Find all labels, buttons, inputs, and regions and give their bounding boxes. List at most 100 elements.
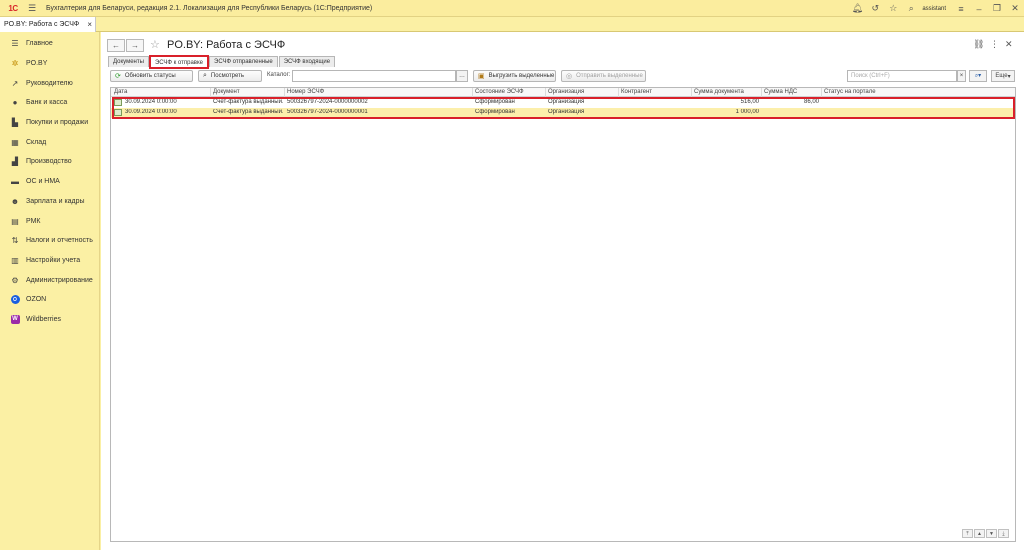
send-selected-button[interactable]: ◎ Отправить выделенные bbox=[561, 70, 646, 82]
sidebar-item-label: Главное bbox=[26, 40, 53, 48]
column-header-contractor[interactable]: Контрагент bbox=[621, 89, 652, 95]
document-icon bbox=[114, 99, 122, 106]
cell-sum: 516,00 bbox=[740, 99, 759, 105]
table-row[interactable]: 30.09.2024 0:00:00 Счет-фактура выданный… bbox=[111, 108, 1015, 118]
table-row[interactable]: 30.09.2024 0:00:00 Счет-фактура выданный… bbox=[111, 98, 1015, 108]
menu-icon: ☰ bbox=[11, 39, 19, 49]
cell-date: 30.09.2024 0:00:00 bbox=[125, 99, 177, 105]
close-form-icon[interactable]: ✕ bbox=[1005, 39, 1013, 50]
scroll-top-button[interactable]: ⤒ bbox=[962, 529, 973, 538]
sidebar-item-manager[interactable]: ↗ Руководителю bbox=[0, 73, 99, 93]
export-icon: ▣ bbox=[478, 73, 485, 80]
tab-sent[interactable]: ЭСЧФ отправленные bbox=[209, 56, 278, 67]
more-button[interactable]: Еще ▾ bbox=[991, 70, 1015, 82]
column-header-date[interactable]: Дата bbox=[114, 89, 127, 95]
scroll-up-button[interactable]: ▲ bbox=[974, 529, 985, 538]
refresh-icon: ⟳ bbox=[115, 73, 121, 80]
cell-number: 500326797-2024-0000000002 bbox=[287, 99, 368, 105]
export-selected-label: Выгрузить выделенные bbox=[488, 73, 555, 79]
settings-menu-icon[interactable]: ≡ bbox=[952, 0, 970, 17]
sidebar-item-label: Зарплата и кадры bbox=[26, 197, 85, 205]
sidebar-item-purchases[interactable]: ▙ Покупки и продажи bbox=[0, 113, 99, 133]
cell-state: Сформирован bbox=[475, 99, 515, 105]
sidebar-item-label: Покупки и продажи bbox=[26, 119, 89, 127]
cell-document: Счет-фактура выданный... bbox=[213, 99, 283, 105]
table-pager: ⤒ ▲ ▼ ⤓ bbox=[961, 529, 1009, 538]
link-icon[interactable]: ⛓ bbox=[973, 39, 984, 50]
open-tabs-bar: PO.BY: Работа с ЭСЧФ × bbox=[0, 17, 1024, 32]
sidebar-item-label: Администрирование bbox=[26, 276, 93, 284]
sidebar-item-main[interactable]: ☰ Главное bbox=[0, 34, 99, 54]
form-tabs: Документы ЭСЧФ к отправке ЭСЧФ отправлен… bbox=[108, 55, 336, 69]
search-options-button[interactable]: ⌕▾ bbox=[969, 70, 987, 82]
export-selected-button[interactable]: ▣ Выгрузить выделенные bbox=[473, 70, 556, 82]
cart-icon: ▙ bbox=[11, 118, 19, 128]
sidebar-item-rmk[interactable]: ▤ РМК bbox=[0, 211, 99, 231]
view-button[interactable]: ⌕ Посмотреть bbox=[198, 70, 262, 82]
back-button[interactable]: ← bbox=[107, 39, 125, 52]
minimize-icon[interactable]: – bbox=[970, 0, 988, 17]
scroll-bottom-button[interactable]: ⤓ bbox=[998, 529, 1009, 538]
register-icon: ▤ bbox=[11, 216, 19, 226]
sidebar-item-label: Налоги и отчетность bbox=[26, 237, 93, 245]
scroll-down-button[interactable]: ▼ bbox=[986, 529, 997, 538]
bell-icon[interactable]: 🔔︎ bbox=[848, 0, 866, 17]
tab-documents[interactable]: Документы bbox=[108, 56, 149, 67]
restore-icon[interactable]: ❐ bbox=[988, 0, 1006, 17]
forward-button[interactable]: → bbox=[126, 39, 144, 52]
catalog-input[interactable] bbox=[292, 70, 456, 82]
star-icon[interactable]: ☆ bbox=[884, 0, 902, 17]
clear-search-icon[interactable]: × bbox=[957, 70, 966, 82]
sidebar-item-assets[interactable]: ▬ ОС и НМА bbox=[0, 172, 99, 192]
sidebar-item-settings[interactable]: ▥ Настройки учета bbox=[0, 251, 99, 271]
column-separator bbox=[210, 88, 211, 97]
trend-icon: ↗ bbox=[11, 78, 19, 88]
more-vertical-icon[interactable]: ⋮ bbox=[990, 39, 999, 50]
book-icon: ▥ bbox=[11, 255, 19, 265]
column-separator bbox=[545, 88, 546, 97]
table-header: Дата Документ Номер ЭСЧФ Состояние ЭСЧФ … bbox=[111, 88, 1015, 97]
cell-number: 500326797-2024-0000000001 bbox=[287, 109, 368, 115]
factory-icon: ▟ bbox=[11, 157, 19, 167]
sidebar-item-salary[interactable]: ☻ Зарплата и кадры bbox=[0, 192, 99, 212]
column-separator bbox=[691, 88, 692, 97]
arrow-right-icon: → bbox=[131, 41, 139, 50]
page-title: PO.BY: Работа с ЭСЧФ bbox=[167, 39, 286, 51]
open-tab-poby[interactable]: PO.BY: Работа с ЭСЧФ × bbox=[0, 17, 96, 32]
sidebar-item-ozon[interactable]: O OZON bbox=[0, 290, 99, 310]
column-header-state[interactable]: Состояние ЭСЧФ bbox=[475, 89, 524, 95]
close-tab-icon[interactable]: × bbox=[87, 20, 92, 29]
sidebar-item-wildberries[interactable]: W Wildberries bbox=[0, 310, 99, 330]
refresh-statuses-button[interactable]: ⟳ Обновить статусы bbox=[110, 70, 193, 82]
favorite-star-icon[interactable]: ☆ bbox=[150, 38, 160, 51]
column-header-vat[interactable]: Сумма НДС bbox=[764, 89, 797, 95]
tab-incoming[interactable]: ЭСЧФ входящие bbox=[278, 56, 336, 67]
sidebar-item-label: Настройки учета bbox=[26, 256, 81, 264]
sidebar-item-taxes[interactable]: ⇅ Налоги и отчетность bbox=[0, 231, 99, 251]
sidebar-item-label: РМК bbox=[26, 217, 41, 225]
cell-document: Счет-фактура выданный... bbox=[213, 109, 283, 115]
sidebar-item-warehouse[interactable]: ▦ Склад bbox=[0, 132, 99, 152]
sidebar-item-admin[interactable]: ⚙ Администрирование bbox=[0, 270, 99, 290]
sidebar-item-label: Руководителю bbox=[26, 79, 73, 87]
main-menu-icon[interactable]: ☰ bbox=[26, 0, 38, 17]
column-header-sum[interactable]: Сумма документа bbox=[694, 89, 744, 95]
sidebar-item-production[interactable]: ▟ Производство bbox=[0, 152, 99, 172]
catalog-select-button[interactable]: … bbox=[456, 70, 468, 82]
search-icon: ⌕▾ bbox=[974, 73, 982, 79]
user-name[interactable]: assistant bbox=[922, 6, 946, 12]
column-header-portal-status[interactable]: Статус на портале bbox=[824, 89, 876, 95]
sidebar-item-bank[interactable]: ● Банк и касса bbox=[0, 93, 99, 113]
tab-to-send[interactable]: ЭСЧФ к отправке bbox=[148, 55, 210, 69]
history-icon[interactable]: ↺ bbox=[866, 0, 884, 17]
search-icon[interactable]: ⌕ bbox=[902, 0, 920, 17]
column-header-number[interactable]: Номер ЭСЧФ bbox=[287, 89, 324, 95]
warehouse-icon: ▦ bbox=[11, 137, 19, 147]
column-header-document[interactable]: Документ bbox=[213, 89, 240, 95]
column-separator bbox=[284, 88, 285, 97]
column-header-organization[interactable]: Организация bbox=[548, 89, 584, 95]
sidebar-item-poby[interactable]: ✲ PO.BY bbox=[0, 54, 99, 74]
close-icon[interactable]: ✕ bbox=[1006, 0, 1024, 17]
search-input[interactable]: Поиск (Ctrl+F) bbox=[847, 70, 957, 82]
cell-date: 30.09.2024 0:00:00 bbox=[125, 109, 177, 115]
